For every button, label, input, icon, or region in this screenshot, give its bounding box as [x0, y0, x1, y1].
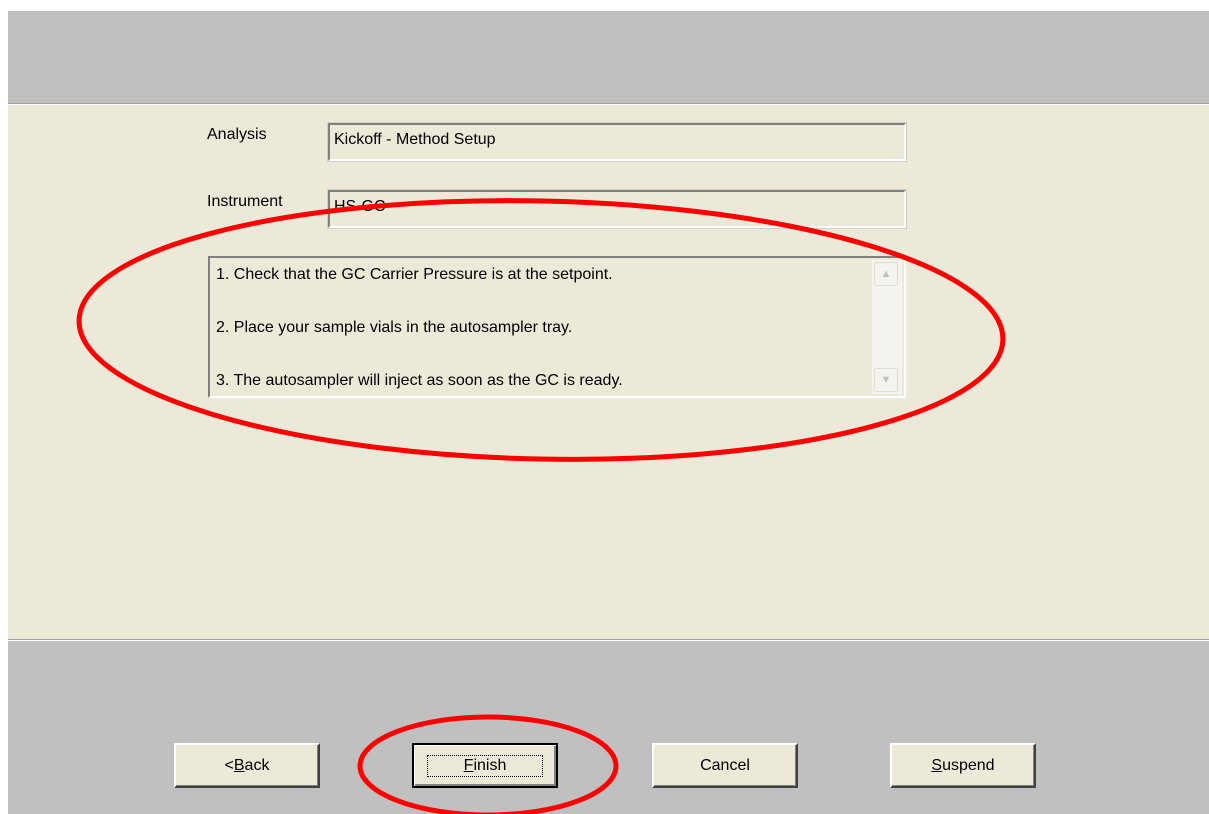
vertical-scrollbar[interactable]: ▲ ▼ — [872, 260, 902, 394]
button-bar — [8, 641, 1209, 814]
finish-mnemonic: F — [463, 756, 474, 774]
instructions-textarea[interactable]: 1. Check that the GC Carrier Pressure is… — [208, 256, 906, 398]
cancel-button[interactable]: Cancel — [652, 743, 798, 788]
back-prefix: < — [224, 756, 234, 774]
instruction-line-1: 1. Check that the GC Carrier Pressure is… — [216, 266, 613, 283]
back-mnemonic: B — [233, 756, 245, 774]
scroll-down-icon[interactable]: ▼ — [874, 368, 898, 392]
instrument-field[interactable]: HS-GC — [327, 189, 907, 229]
instrument-value: HS-GC — [334, 198, 386, 215]
scroll-up-icon[interactable]: ▲ — [874, 262, 898, 286]
back-button[interactable]: < Back — [174, 743, 320, 788]
cancel-label: Cancel — [700, 756, 750, 774]
analysis-value: Kickoff - Method Setup — [334, 131, 496, 148]
header-band — [8, 11, 1209, 103]
instrument-label: Instrument — [207, 193, 283, 210]
instruction-line-3: 3. The autosampler will inject as soon a… — [216, 372, 623, 389]
back-label-rest: ack — [244, 756, 270, 774]
instruction-line-2: 2. Place your sample vials in the autosa… — [216, 319, 573, 336]
analysis-label: Analysis — [207, 126, 267, 143]
suspend-button[interactable]: Suspend — [890, 743, 1036, 788]
finish-button[interactable]: Finish — [412, 743, 558, 788]
suspend-mnemonic: S — [931, 756, 943, 774]
analysis-field[interactable]: Kickoff - Method Setup — [327, 122, 907, 162]
finish-focus-rect: Finish — [426, 754, 544, 777]
suspend-label-rest: uspend — [942, 756, 995, 774]
finish-label-rest: inish — [473, 756, 507, 774]
